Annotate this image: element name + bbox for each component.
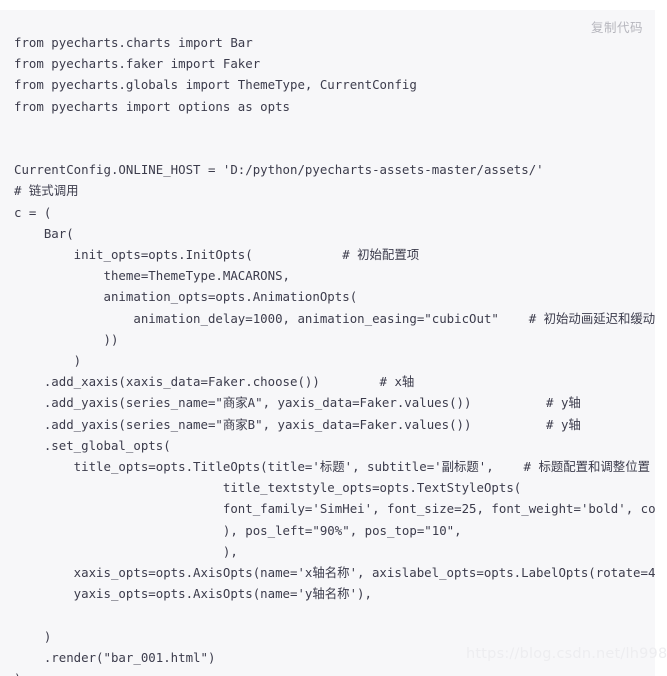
page-root: 复制代码 from pyecharts.charts import Bar fr… (0, 0, 667, 676)
top-gutter (0, 0, 667, 10)
code-scroll-area[interactable]: from pyecharts.charts import Bar from py… (0, 32, 655, 676)
code-content[interactable]: from pyecharts.charts import Bar from py… (0, 32, 655, 676)
code-block-panel: 复制代码 from pyecharts.charts import Bar fr… (0, 10, 655, 676)
right-gutter (655, 0, 667, 676)
csdn-watermark: https://blog.csdn.net/lh9987 (466, 646, 667, 662)
